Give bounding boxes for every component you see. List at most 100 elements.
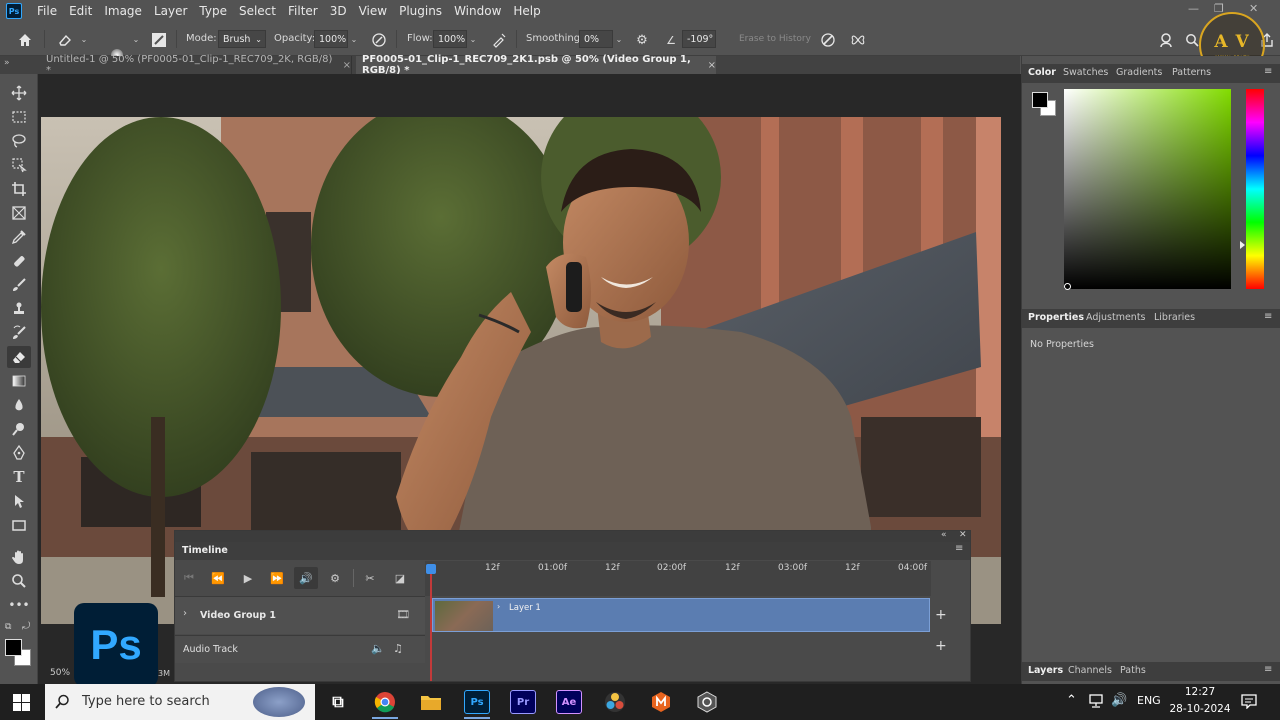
zoom-level-status[interactable]: 50% <box>50 668 70 678</box>
tab-properties[interactable]: Properties <box>1028 312 1084 323</box>
tab-active-psb[interactable]: PF0005-01_Clip-1_REC709_2K1.psb @ 50% (V… <box>356 54 716 76</box>
volume-icon[interactable]: 🔊 <box>1111 693 1127 708</box>
layer-1-clip[interactable]: › Layer 1 <box>432 598 930 632</box>
playhead-handle[interactable] <box>426 564 436 574</box>
split-at-playhead-scissors-icon[interactable]: ✂ <box>358 567 382 589</box>
hue-slider-marker[interactable] <box>1240 241 1245 249</box>
chrome-icon[interactable] <box>372 690 398 714</box>
panel-menu-icon[interactable]: ≡ <box>1264 66 1272 77</box>
menu-3d[interactable]: 3D <box>324 4 353 18</box>
default-colors-icon[interactable]: ⧉ <box>5 622 11 632</box>
show-hidden-icons-chevron-icon[interactable]: ⌃ <box>1066 693 1077 708</box>
tab-libraries[interactable]: Libraries <box>1154 312 1195 323</box>
gradient-tool-icon[interactable] <box>7 370 31 392</box>
home-icon[interactable] <box>16 31 34 49</box>
hue-slider[interactable] <box>1246 89 1264 289</box>
pressure-opacity-icon[interactable] <box>370 31 388 49</box>
airbrush-icon[interactable] <box>490 31 508 49</box>
tab-gradients[interactable]: Gradients <box>1116 67 1162 78</box>
transition-icon[interactable]: ◪ <box>388 567 412 589</box>
object-selection-tool-icon[interactable] <box>7 154 31 176</box>
menu-select[interactable]: Select <box>233 4 282 18</box>
eyedropper-tool-icon[interactable] <box>7 226 31 248</box>
panel-menu-icon[interactable]: ≡ <box>955 543 963 554</box>
menu-window[interactable]: Window <box>448 4 507 18</box>
chevron-down-icon[interactable]: ⌄ <box>78 30 90 48</box>
expand-clip-chevron-icon[interactable]: › <box>497 602 500 611</box>
davinci-resolve-icon[interactable] <box>602 690 628 714</box>
timeline-ruler[interactable]: 12f 01:00f 12f 02:00f 12f 03:00f 12f 04:… <box>425 561 931 596</box>
task-view-icon[interactable]: ⧉ <box>325 690 351 714</box>
brush-tool-icon[interactable] <box>7 274 31 296</box>
rectangle-tool-icon[interactable] <box>7 514 31 536</box>
collapse-panel-icon[interactable]: « <box>941 530 947 540</box>
windows-start-icon[interactable] <box>13 694 31 711</box>
clock-date[interactable]: 28-10-2024 <box>1168 703 1232 715</box>
eraser-tool-icon[interactable] <box>7 346 31 368</box>
color-picker-field[interactable] <box>1064 89 1231 289</box>
eraser-tool-preset-icon[interactable] <box>56 31 74 49</box>
chevron-down-icon[interactable]: ⌄ <box>348 30 360 48</box>
close-window-icon[interactable]: ✕ <box>1249 2 1258 15</box>
color-picker-handle[interactable] <box>1064 283 1071 290</box>
tab-layers[interactable]: Layers <box>1028 665 1063 676</box>
flow-input[interactable]: 100% <box>433 30 467 48</box>
foreground-color-swatch[interactable] <box>5 639 22 656</box>
blur-tool-icon[interactable] <box>7 394 31 416</box>
minimize-icon[interactable]: — <box>1188 2 1199 15</box>
pressure-size-icon[interactable] <box>819 31 837 49</box>
tab-patterns[interactable]: Patterns <box>1172 67 1211 78</box>
share-person-icon[interactable] <box>1157 31 1175 49</box>
lasso-tool-icon[interactable] <box>7 130 31 152</box>
brush-angle-input[interactable]: -109° <box>682 30 716 48</box>
menu-help[interactable]: Help <box>507 4 546 18</box>
menu-edit[interactable]: Edit <box>63 4 98 18</box>
dodge-tool-icon[interactable] <box>7 418 31 440</box>
more-tools-icon[interactable]: ••• <box>7 594 31 616</box>
close-tab-icon[interactable]: × <box>708 60 716 71</box>
tab-color[interactable]: Color <box>1028 67 1056 78</box>
opacity-input[interactable]: 100% <box>314 30 348 48</box>
add-audio-icon[interactable]: + <box>935 638 947 654</box>
path-selection-tool-icon[interactable] <box>7 490 31 512</box>
premiere-taskbar-icon[interactable]: Pr <box>510 690 536 714</box>
smoothing-input[interactable]: 0% <box>579 30 613 48</box>
symmetry-butterfly-icon[interactable] <box>849 31 867 49</box>
history-brush-tool-icon[interactable] <box>7 322 31 344</box>
menu-layer[interactable]: Layer <box>148 4 193 18</box>
mode-select[interactable]: Brush ⌄ <box>218 30 266 48</box>
taskbar-search-box[interactable]: Type here to search <box>45 684 315 720</box>
film-strip-menu-icon[interactable]: 🎞 <box>396 608 410 621</box>
crop-tool-icon[interactable] <box>7 178 31 200</box>
tab-adjustments[interactable]: Adjustments <box>1086 312 1146 323</box>
color-panel-foreground-swatch[interactable] <box>1032 92 1048 108</box>
chevron-down-icon[interactable]: ⌄ <box>467 30 479 48</box>
add-media-to-track-icon[interactable]: + <box>935 607 947 623</box>
close-panel-icon[interactable]: ✕ <box>959 530 967 540</box>
chevron-down-icon[interactable]: ⌄ <box>130 30 142 48</box>
move-tool-icon[interactable] <box>7 82 31 104</box>
frame-tool-icon[interactable] <box>7 202 31 224</box>
next-frame-icon[interactable]: ⏩ <box>265 567 289 589</box>
close-tab-icon[interactable]: × <box>343 60 351 71</box>
menu-type[interactable]: Type <box>193 4 233 18</box>
previous-frame-icon[interactable]: ⏪ <box>206 567 230 589</box>
menu-filter[interactable]: Filter <box>282 4 324 18</box>
panel-menu-icon[interactable]: ≡ <box>1264 311 1272 322</box>
network-icon[interactable] <box>1088 694 1104 708</box>
notifications-icon[interactable] <box>1241 693 1257 710</box>
pen-tool-icon[interactable] <box>7 442 31 464</box>
chevron-down-icon[interactable]: ⌄ <box>613 30 625 48</box>
music-note-menu-icon[interactable]: ♫ <box>393 642 403 655</box>
input-language[interactable]: ENG <box>1137 694 1161 707</box>
smoothing-options-gear-icon[interactable]: ⚙ <box>633 31 651 49</box>
photoshop-taskbar-icon[interactable]: Ps <box>464 690 490 714</box>
type-tool-icon[interactable]: T <box>7 466 31 488</box>
playback-settings-gear-icon[interactable]: ⚙ <box>323 567 347 589</box>
tab-paths[interactable]: Paths <box>1120 665 1146 676</box>
audio-volume-icon[interactable]: 🔈 <box>371 642 385 655</box>
after-effects-taskbar-icon[interactable]: Ae <box>556 690 582 714</box>
hand-tool-icon[interactable] <box>7 546 31 568</box>
healing-brush-tool-icon[interactable] <box>7 250 31 272</box>
menu-image[interactable]: Image <box>98 4 148 18</box>
